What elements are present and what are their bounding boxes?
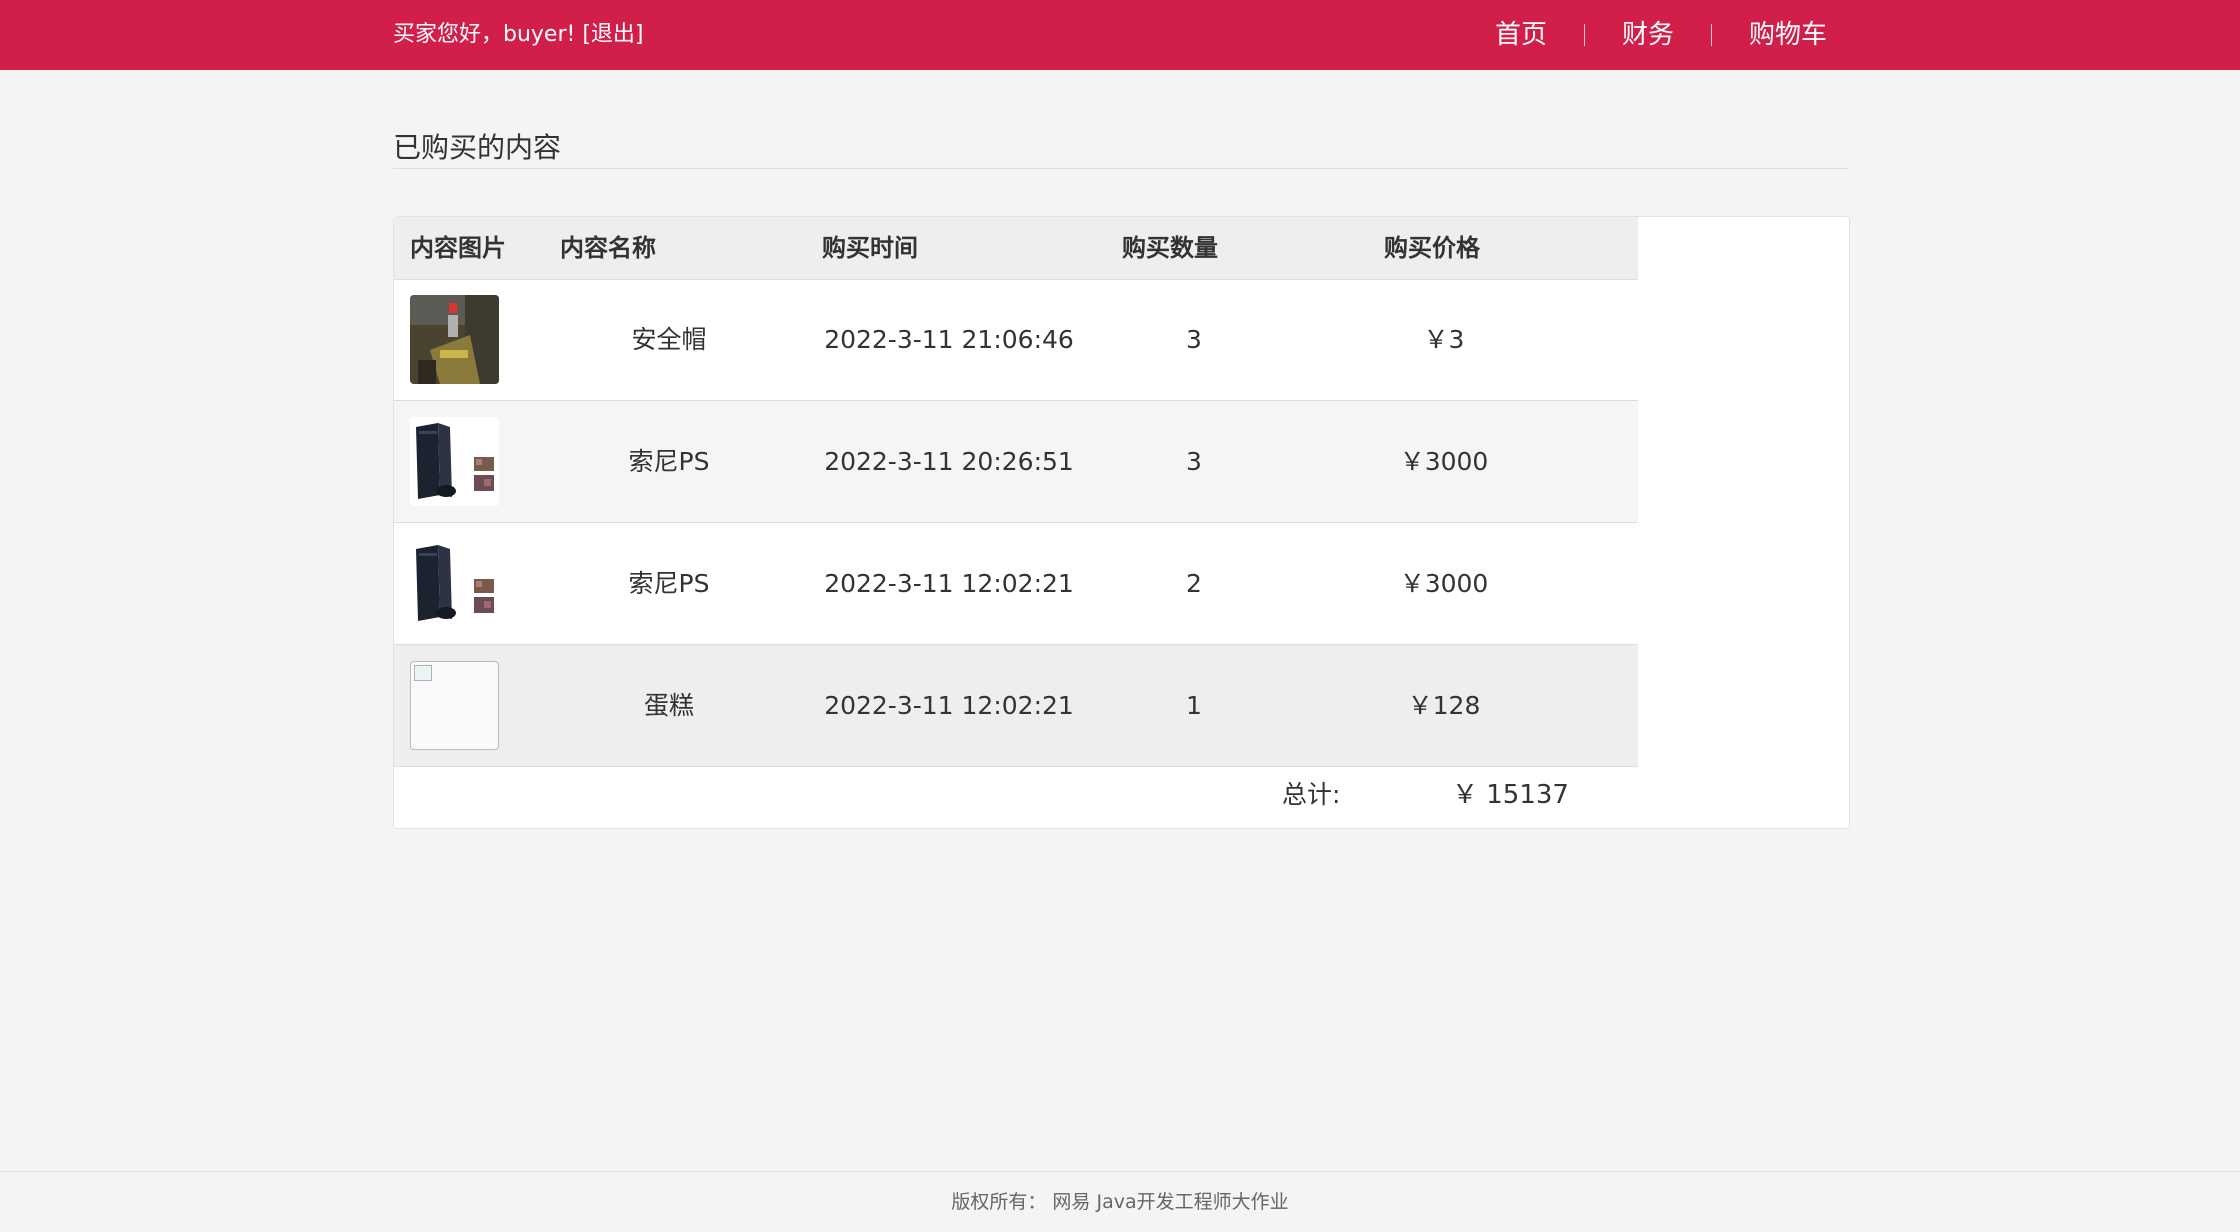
row-time: 2022-3-11 12:02:21 [824,691,1074,720]
greeting-text: 买家您好，buyer! [393,22,576,47]
top-bar: 买家您好，buyer! [退出] 首页 财务 购物车 [0,0,2240,70]
footer-copyright: 版权所有： 网易 Java开发工程师大作业 [951,1191,1289,1213]
col-price: 购买价格 [1384,234,1480,262]
row-quantity: 3 [1186,447,1202,476]
nav-finance[interactable]: 财务 [1585,0,1711,70]
table-header: 内容图片 内容名称 购买时间 购买数量 购买价格 [394,217,1638,280]
row-quantity: 2 [1186,569,1202,598]
col-time: 购买时间 [822,234,918,262]
row-time: 2022-3-11 21:06:46 [824,325,1074,354]
total-row: 总计: ￥ 15137 [394,764,1638,826]
col-name: 内容名称 [560,234,656,262]
col-quantity: 购买数量 [1122,234,1218,262]
page-title: 已购买的内容 [393,131,562,164]
user-greeting: 买家您好，buyer! [退出] [393,0,644,70]
ps4-console-photo[interactable] [410,539,499,628]
total-value: ￥ 15137 [1452,780,1569,810]
row-price: ￥3 [1423,325,1465,354]
row-price: ￥128 [1407,691,1481,720]
row-name: 安全帽 [631,325,707,354]
row-time: 2022-3-11 12:02:21 [824,569,1074,598]
image-placeholder-icon [414,665,432,681]
row-time: 2022-3-11 20:26:51 [824,447,1074,476]
row-name: 索尼PS [628,447,710,476]
row-name: 索尼PS [628,569,710,598]
hard-hat-photo[interactable] [410,295,499,384]
table-row[interactable]: 索尼PS 2022-3-11 20:26:51 3 ￥3000 [394,401,1638,523]
row-quantity: 3 [1186,325,1202,354]
table-row[interactable]: 安全帽 2022-3-11 21:06:46 3 ￥3 [394,279,1638,401]
ps4-console-photo[interactable] [410,417,499,506]
main-nav: 首页 财务 购物车 [1458,0,1827,70]
table-row[interactable]: 蛋糕 2022-3-11 12:02:21 1 ￥128 [394,645,1638,767]
row-price: ￥3000 [1399,569,1489,598]
col-image: 内容图片 [410,234,506,262]
logout-link[interactable]: [退出] [582,22,643,47]
purchase-table: 内容图片 内容名称 购买时间 购买数量 购买价格 安全帽 2022-3-11 2… [394,217,1638,810]
total-label: 总计: [1282,780,1341,809]
table-row[interactable]: 索尼PS 2022-3-11 12:02:21 2 ￥3000 [394,523,1638,645]
title-divider [393,168,1849,169]
nav-cart[interactable]: 购物车 [1712,0,1827,70]
row-name: 蛋糕 [643,691,694,720]
purchased-panel: 内容图片 内容名称 购买时间 购买数量 购买价格 安全帽 2022-3-11 2… [393,216,1850,829]
broken-image-icon[interactable] [410,661,499,750]
row-price: ￥3000 [1399,447,1489,476]
nav-home[interactable]: 首页 [1458,0,1584,70]
row-quantity: 1 [1186,691,1202,720]
